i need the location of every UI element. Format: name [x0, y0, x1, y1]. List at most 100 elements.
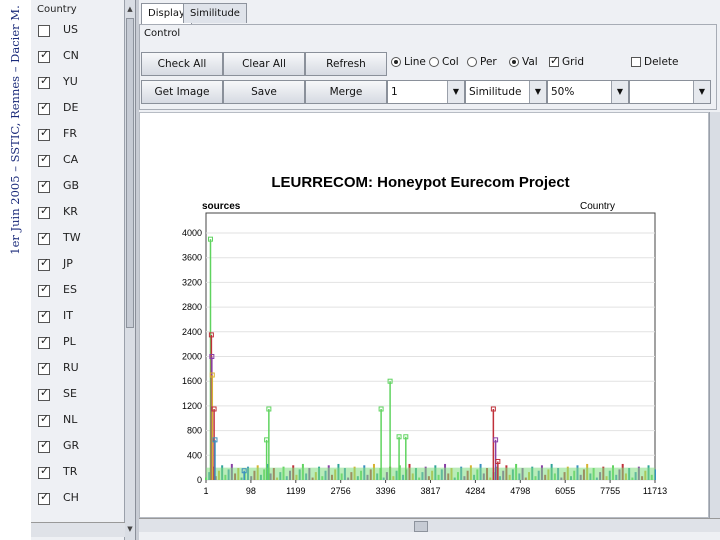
country-row-kr[interactable]: ✓ KR — [31, 202, 125, 226]
legend-title: Country — [580, 201, 615, 212]
clear-all-button[interactable]: Clear All — [223, 52, 305, 76]
checkbox-icon[interactable]: ✓ — [38, 49, 50, 63]
country-row-ru[interactable]: ✓ RU — [31, 358, 125, 382]
side-caption-text: 1er Juin 2005 – SSTIC, Rennes – Dacier M… — [8, 5, 22, 255]
mode-select[interactable]: Similitude ▼ — [465, 80, 547, 104]
grid-checkbox-label: Grid — [562, 56, 585, 68]
level-select-value: 1 — [391, 86, 398, 98]
country-row-nl[interactable]: ✓ NL — [31, 410, 125, 434]
chevron-down-icon[interactable]: ▼ — [447, 81, 464, 103]
checkbox-icon[interactable]: ✓ — [38, 101, 50, 115]
radio-col-icon[interactable] — [429, 57, 439, 67]
chevron-down-icon[interactable]: ▼ — [693, 81, 710, 103]
percent-select[interactable]: 50% ▼ — [547, 80, 629, 104]
checkbox-icon[interactable]: ✓ — [38, 413, 50, 427]
checkbox-icon[interactable]: ✓ — [38, 309, 50, 323]
x-tick-label: 98 — [246, 486, 256, 496]
tab-similitude[interactable]: Similitude — [183, 3, 247, 23]
country-row-fr[interactable]: ✓ FR — [31, 124, 125, 148]
country-code: DE — [63, 101, 79, 114]
checkbox-icon[interactable]: ✓ — [38, 153, 50, 167]
country-scrollbar[interactable]: ▲ ▼ — [124, 0, 135, 540]
country-row-ch[interactable]: ✓ CH — [31, 488, 125, 512]
x-tick-label: 1 — [203, 486, 208, 496]
level-select[interactable]: 1 ▼ — [387, 80, 465, 104]
country-row-us[interactable]: US — [31, 20, 125, 44]
checkbox-icon[interactable]: ✓ — [38, 491, 50, 505]
country-hscrollbar[interactable] — [31, 522, 125, 537]
x-tick-label: 4798 — [510, 486, 530, 496]
grid-checkbox-icon[interactable]: ✓ — [549, 55, 559, 67]
country-code: ES — [63, 283, 77, 296]
plot-hscroll-thumb[interactable] — [414, 521, 428, 532]
country-scroll-thumb[interactable] — [126, 18, 134, 328]
country-code: IT — [63, 309, 73, 322]
country-row-se[interactable]: ✓ SE — [31, 384, 125, 408]
mode-select-value: Similitude — [469, 86, 522, 98]
delete-checkbox-label: Delete — [644, 56, 679, 68]
delete-checkbox-icon[interactable] — [631, 57, 641, 67]
plot-vscrollbar[interactable] — [709, 112, 720, 518]
country-row-tr[interactable]: ✓ TR — [31, 462, 125, 486]
country-panel: Country US ✓ CN ✓ YU ✓ DE ✓ FR ✓ CA ✓ GB ✓ KR ✓ TW ✓ JP ✓ ES… — [31, 0, 136, 540]
y-tick-label: 2400 — [182, 327, 202, 337]
country-code: GR — [63, 439, 80, 452]
radio-per-icon[interactable] — [467, 57, 477, 67]
y-tick-label: 0 — [197, 475, 202, 485]
country-code: PL — [63, 335, 76, 348]
checkbox-icon[interactable] — [38, 25, 50, 37]
check-all-button[interactable]: Check All — [141, 52, 223, 76]
y-tick-label: 3600 — [182, 253, 202, 263]
x-tick-label: 3817 — [420, 486, 440, 496]
checkbox-icon[interactable]: ✓ — [38, 257, 50, 271]
chevron-down-icon[interactable]: ▼ — [611, 81, 628, 103]
country-row-es[interactable]: ✓ ES — [31, 280, 125, 304]
country-row-ca[interactable]: ✓ CA — [31, 150, 125, 174]
y-tick-label: 4000 — [182, 228, 202, 238]
get-image-button[interactable]: Get Image — [141, 80, 223, 104]
x-tick-label: 7755 — [600, 486, 620, 496]
checkbox-icon[interactable]: ✓ — [38, 179, 50, 193]
country-code: TR — [63, 465, 78, 478]
country-row-gb[interactable]: ✓ GB — [31, 176, 125, 200]
plot-hscrollbar[interactable] — [139, 518, 720, 532]
scroll-down-icon[interactable]: ▼ — [125, 522, 135, 536]
y-tick-label: 1200 — [182, 401, 202, 411]
refresh-button[interactable]: Refresh — [305, 52, 387, 76]
country-row-jp[interactable]: ✓ JP — [31, 254, 125, 278]
country-code: CA — [63, 153, 79, 166]
country-row-pl[interactable]: ✓ PL — [31, 332, 125, 356]
checkbox-icon[interactable]: ✓ — [38, 75, 50, 89]
country-row-yu[interactable]: ✓ YU — [31, 72, 125, 96]
checkbox-icon[interactable]: ✓ — [38, 361, 50, 375]
country-row-de[interactable]: ✓ DE — [31, 98, 125, 122]
country-code: SE — [63, 387, 77, 400]
country-code: CN — [63, 49, 79, 62]
save-button[interactable]: Save — [223, 80, 305, 104]
checkbox-icon[interactable]: ✓ — [38, 387, 50, 401]
radio-line-icon[interactable] — [391, 57, 401, 67]
chart: LEURRECOM: Honeypot Eurecom Project sourc… — [182, 174, 667, 496]
country-code: NL — [63, 413, 78, 426]
country-row-gr[interactable]: ✓ GR — [31, 436, 125, 460]
scroll-up-icon[interactable]: ▲ — [125, 2, 135, 16]
y-axis-label: sources — [202, 201, 241, 212]
y-tick-label: 800 — [187, 426, 202, 436]
merge-button[interactable]: Merge — [305, 80, 387, 104]
checkbox-icon[interactable]: ✓ — [38, 465, 50, 479]
chart-title: LEURRECOM: Honeypot Eurecom Project — [271, 174, 569, 191]
radio-val-icon[interactable] — [509, 57, 519, 67]
checkbox-icon[interactable]: ✓ — [38, 283, 50, 297]
country-row-it[interactable]: ✓ IT — [31, 306, 125, 330]
checkbox-icon[interactable]: ✓ — [38, 439, 50, 453]
y-tick-label: 2800 — [182, 302, 202, 312]
country-row-tw[interactable]: ✓ TW — [31, 228, 125, 252]
chevron-down-icon[interactable]: ▼ — [529, 81, 546, 103]
checkbox-icon[interactable]: ✓ — [38, 335, 50, 349]
extra-select[interactable]: ▼ — [629, 80, 711, 104]
checkbox-icon[interactable]: ✓ — [38, 205, 50, 219]
country-code: FR — [63, 127, 77, 140]
country-row-cn[interactable]: ✓ CN — [31, 46, 125, 70]
checkbox-icon[interactable]: ✓ — [38, 231, 50, 245]
checkbox-icon[interactable]: ✓ — [38, 127, 50, 141]
